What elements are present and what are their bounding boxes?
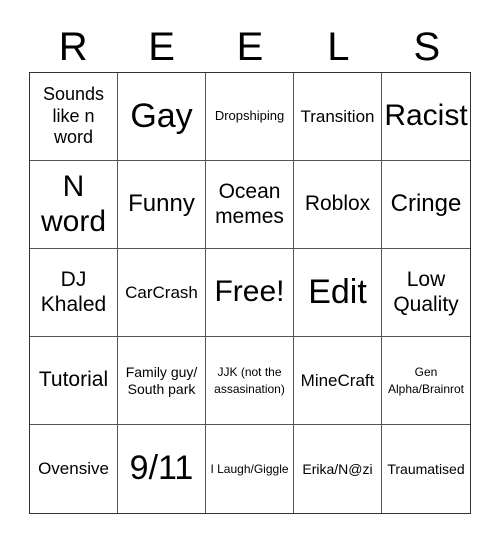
bingo-cell-r5c5[interactable]: Traumatised [382,425,470,513]
cell-label: Funny [128,190,195,218]
bingo-header: R E E L S [29,22,471,72]
bingo-cell-r5c1[interactable]: Ovensive [30,425,118,513]
free-space-cell[interactable]: Free! [206,249,294,337]
cell-label: Ocean memes [215,180,284,228]
cell-label: Tutorial [38,368,109,392]
header-letter-e2: E [236,25,264,69]
bingo-cell-r4c5[interactable]: Gen Alpha/Brainrot [382,337,470,425]
cell-label: Roblox [304,192,371,216]
cell-label: Traumatised [387,460,465,477]
cell-label: DJ Khaled [40,268,107,316]
bingo-cell-r4c4[interactable]: MineCraft [294,337,382,425]
bingo-cell-r4c3[interactable]: JJK (not the assasination) [206,337,294,425]
bingo-cell-r1c3[interactable]: Dropshiping [206,73,294,161]
cell-label: I Laugh/Giggle [210,461,289,476]
bingo-cell-r5c2[interactable]: 9/11 [118,425,206,513]
cell-label: Transition [300,106,375,126]
bingo-cell-r3c5[interactable]: Low Quality [382,249,470,337]
cell-label: Gen Alpha/Brainrot [387,365,465,396]
bingo-cell-r2c4[interactable]: Roblox [294,161,382,249]
header-letter-l: L [327,25,350,69]
bingo-cell-r1c4[interactable]: Transition [294,73,382,161]
bingo-cell-r2c3[interactable]: Ocean memes [206,161,294,249]
cell-label: Low Quality [393,268,459,316]
bingo-cell-r1c1[interactable]: Sounds like n word [30,73,118,161]
cell-label: Dropshiping [214,108,285,124]
bingo-cell-r2c1[interactable]: N word [30,161,118,249]
header-letter-s: S [413,25,441,69]
cell-label: Erika/N@zi [302,460,373,477]
cell-label: Edit [308,272,367,311]
bingo-cell-r4c1[interactable]: Tutorial [30,337,118,425]
cell-label: N word [40,170,107,238]
cell-label: 9/11 [129,449,194,488]
bingo-cell-r2c5[interactable]: Cringe [382,161,470,249]
header-letter-e1: E [148,25,175,69]
bingo-cell-r4c2[interactable]: Family guy/ South park [118,337,206,425]
bingo-cell-r5c4[interactable]: Erika/N@zi [294,425,382,513]
bingo-cell-r3c4[interactable]: Edit [294,249,382,337]
bingo-board: Sounds like n word Gay Dropshiping Trans… [29,72,471,514]
cell-label: Family guy/ South park [125,363,198,397]
bingo-cell-r1c2[interactable]: Gay [118,73,206,161]
header-letter-r: R [58,25,88,69]
cell-label: Free! [214,275,285,309]
cell-label: Racist [384,99,468,133]
bingo-cell-r3c1[interactable]: DJ Khaled [30,249,118,337]
cell-label: JJK (not the assasination) [214,365,285,396]
cell-label: Sounds like n word [42,84,105,148]
bingo-cell-r5c3[interactable]: I Laugh/Giggle [206,425,294,513]
cell-label: CarCrash [125,282,198,302]
bingo-cell-r1c5[interactable]: Racist [382,73,470,161]
bingo-cell-r3c2[interactable]: CarCrash [118,249,206,337]
bingo-cell-r2c2[interactable]: Funny [118,161,206,249]
cell-label: Cringe [390,190,462,218]
cell-label: Gay [130,96,193,135]
cell-label: MineCraft [300,370,375,390]
cell-label: Ovensive [38,459,109,479]
